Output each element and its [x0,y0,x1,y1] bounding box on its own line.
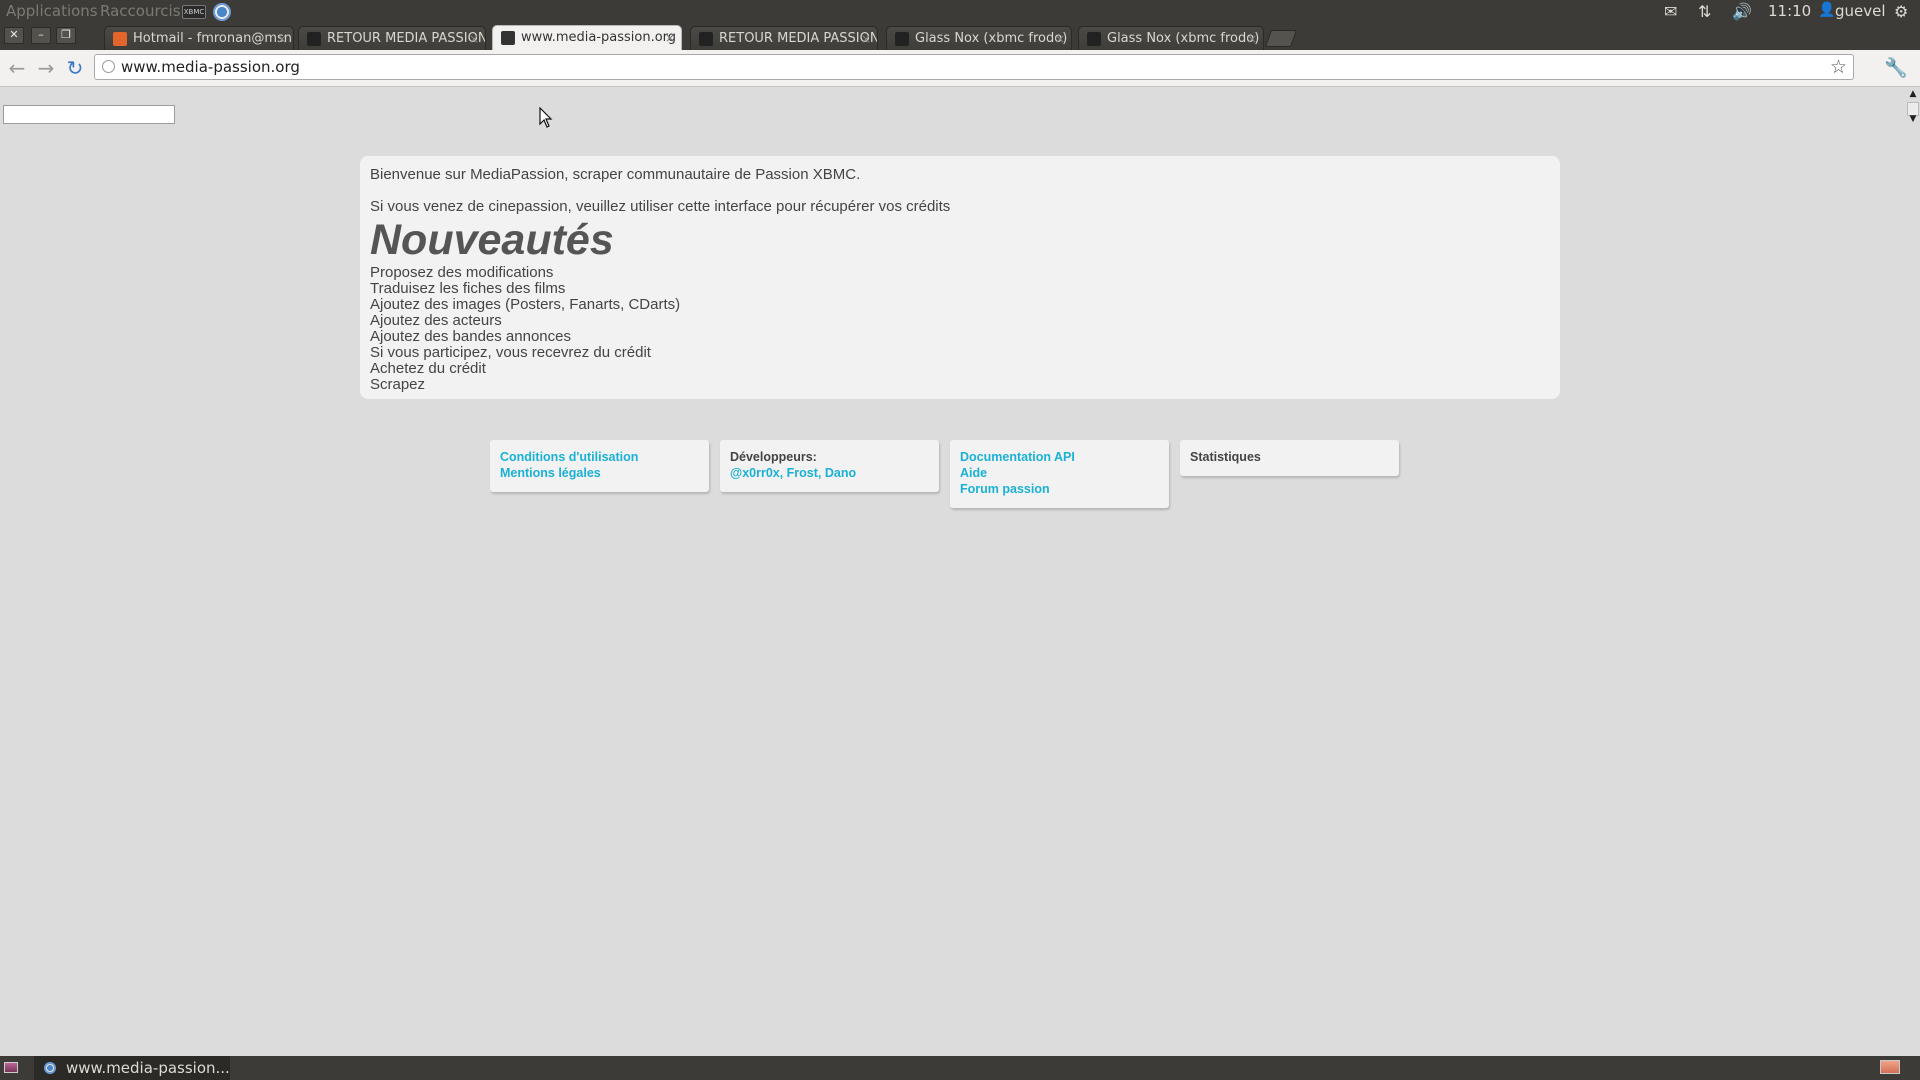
help-link[interactable]: Aide [960,465,1159,481]
statistics-label[interactable]: Statistiques [1190,450,1261,464]
search-input[interactable] [3,105,175,124]
user-icon: 👤 [1818,2,1836,18]
mail-icon[interactable]: ✉ [1664,2,1677,21]
system-bottom-panel: www.media-passion.... [0,1056,1920,1080]
chromium-launcher-icon[interactable] [213,3,231,21]
new-tab-button[interactable] [1264,30,1298,47]
tab-1[interactable]: Hotmail - fmronan@msn.com× [104,26,294,50]
forum-link[interactable]: Forum passion [960,481,1159,497]
footer-legal-box: Conditions d'utilisation Mentions légale… [490,440,709,492]
xbmc-launcher-icon[interactable]: XBMC [182,5,206,19]
tab-close-icon[interactable]: × [469,27,479,50]
tab-5[interactable]: Glass Nox (xbmc frodo) × [886,26,1072,50]
globe-icon [102,60,115,73]
tab-close-icon[interactable]: × [665,26,675,50]
tab-title: Glass Nox (xbmc frodo) [1107,31,1260,46]
shortcuts-menu[interactable]: Raccourcis [100,2,181,20]
chromium-icon [44,1062,56,1074]
intro-credits-text: Si vous venez de cinepassion, veuillez u… [370,198,951,215]
footer-developers-box: Développeurs: @x0rr0x, Frost, Dano [720,440,939,492]
terms-link[interactable]: Conditions d'utilisation [500,449,699,465]
tab-close-icon[interactable]: × [1055,27,1065,50]
page-viewport: Bienvenue sur MediaPassion, scraper comm… [0,87,1906,1057]
taskbar-window-item[interactable]: www.media-passion.... [34,1056,230,1080]
taskbar-window-label: www.media-passion.... [66,1059,230,1077]
wrench-menu-icon[interactable]: 🔧 [1884,56,1908,79]
tab-title: Hotmail - fmronan@msn.com [133,31,293,46]
window-minimize-button[interactable]: – [31,27,51,44]
window-close-button[interactable]: ✕ [4,27,24,44]
show-desktop-icon[interactable] [4,1062,18,1073]
back-button[interactable]: ← [6,57,28,79]
tab-favicon-icon [307,32,321,46]
scroll-up-arrow-icon[interactable]: ▲ [1908,88,1918,100]
feature-list-item: Ajoutez des bandes annonces [370,328,571,345]
intro-welcome-text: Bienvenue sur MediaPassion, scraper comm… [370,166,861,183]
tab-favicon-icon [113,32,127,46]
feature-list-item: Ajoutez des images (Posters, Fanarts, CD… [370,296,681,313]
tab-6[interactable]: Glass Nox (xbmc frodo) × [1078,26,1264,50]
bookmark-star-icon[interactable]: ☆ [1830,55,1847,79]
feature-list-item: Proposez des modifications [370,264,554,281]
tab-favicon-icon [895,32,909,46]
footer-docs-box: Documentation API Aide Forum passion [950,440,1169,508]
vertical-scrollbar[interactable]: ▲ ▼ [1906,87,1920,1057]
news-heading: Nouveautés [370,216,614,264]
system-top-panel: Applications Raccourcis XBMC ✉ ⇅ 🔊 11:10… [0,0,1920,24]
browser-tab-strip: ✕ – ❐ Hotmail - fmronan@msn.com×RETOUR M… [0,24,1920,50]
tab-favicon-icon [501,31,515,45]
feature-list-item: Ajoutez des acteurs [370,312,502,329]
tab-title: RETOUR MEDIA PASSION [719,31,878,46]
developers-names-link[interactable]: @x0rr0x, Frost, Dano [730,465,929,481]
gear-icon[interactable]: ⚙ [1894,2,1908,21]
legal-mentions-link[interactable]: Mentions légales [500,465,699,481]
api-docs-link[interactable]: Documentation API [960,449,1159,465]
tab-title: www.media-passion.org [521,30,677,45]
address-bar[interactable]: www.media-passion.org ☆ [94,54,1854,80]
developers-label: Développeurs: [730,450,817,464]
tab-2[interactable]: RETOUR MEDIA PASSION × [298,26,486,50]
forward-button[interactable]: → [35,57,57,79]
feature-list-item: Scrapez [370,376,426,393]
browser-toolbar: ← → ↻ www.media-passion.org ☆ 🔧 [0,50,1920,87]
volume-icon[interactable]: 🔊 [1732,2,1752,21]
clock[interactable]: 11:10 [1768,2,1811,20]
footer-stats-box: Statistiques [1180,440,1399,476]
tab-title: RETOUR MEDIA PASSION [327,31,486,46]
tab-favicon-icon [1087,32,1101,46]
user-name[interactable]: guevel [1835,2,1886,20]
features-list: Proposez des modifications Traduisez les … [370,265,1550,393]
applications-menu[interactable]: Applications [6,2,98,20]
tab-close-icon[interactable]: × [1247,27,1257,50]
scroll-down-arrow-icon[interactable]: ▼ [1908,113,1918,125]
feature-list-item: Si vous participez, vous recevrez du cré… [370,344,651,361]
tab-3[interactable]: www.media-passion.org × [492,25,682,50]
trash-icon[interactable] [1880,1060,1900,1074]
address-url[interactable]: www.media-passion.org [121,55,300,79]
tab-title: Glass Nox (xbmc frodo) [915,31,1068,46]
window-restore-button[interactable]: ❐ [56,27,76,44]
tab-4[interactable]: RETOUR MEDIA PASSION × [690,26,878,50]
tab-favicon-icon [699,32,713,46]
feature-list-item: Achetez du crédit [370,360,486,377]
network-icon[interactable]: ⇅ [1698,2,1711,21]
tab-close-icon[interactable]: × [861,27,871,50]
tab-close-icon[interactable]: × [277,27,287,50]
mouse-cursor-icon [539,107,553,128]
welcome-card: Bienvenue sur MediaPassion, scraper comm… [360,156,1560,399]
feature-list-item: Traduisez les fiches des films [370,280,566,297]
reload-button[interactable]: ↻ [64,57,86,79]
